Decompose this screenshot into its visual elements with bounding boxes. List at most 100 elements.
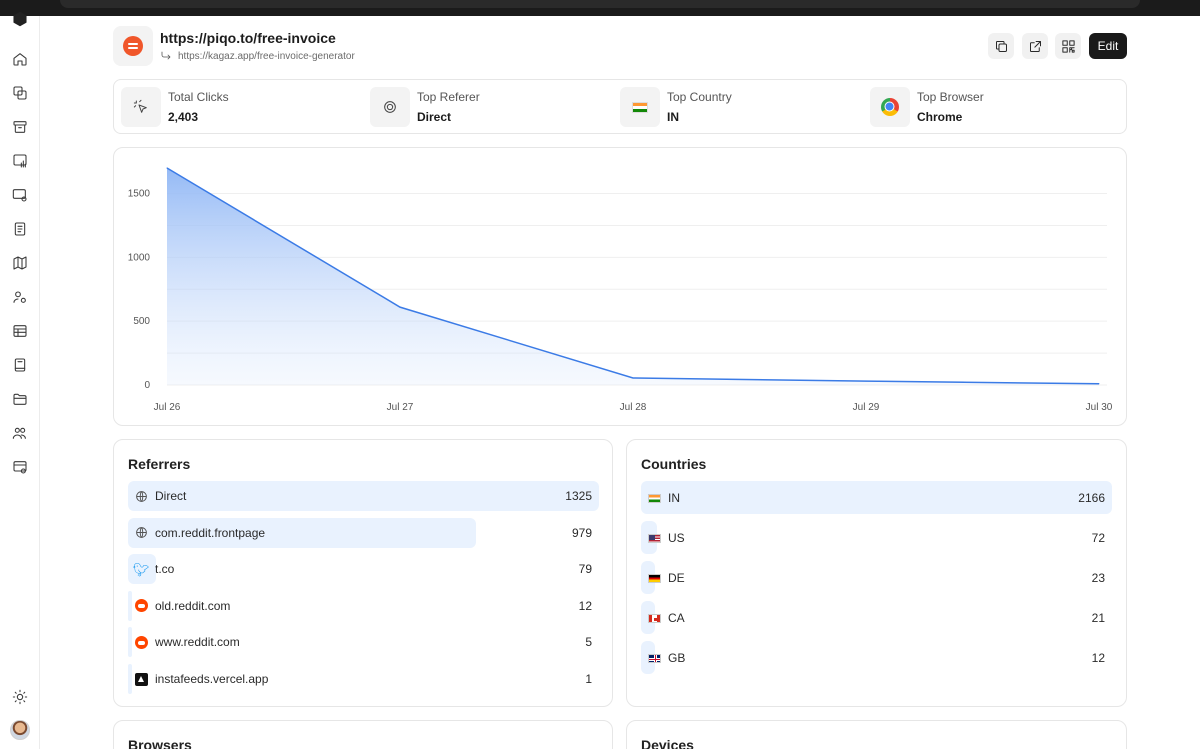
stat-value: Direct — [417, 110, 452, 124]
qr-code-icon — [1061, 39, 1075, 53]
open-link-button[interactable] — [1022, 33, 1048, 59]
sidebar — [0, 11, 40, 749]
flag-us-icon — [647, 531, 661, 545]
reddit-icon — [134, 635, 148, 649]
x-tick-label: Jul 29 — [853, 402, 880, 413]
country-count: 21 — [1091, 611, 1105, 625]
referrer-label: instafeeds.vercel.app — [155, 672, 269, 686]
globe-icon — [134, 489, 148, 503]
data-point[interactable] — [865, 380, 867, 382]
copy-icon — [995, 40, 1007, 52]
vercel-icon — [134, 672, 148, 686]
stat-total-clicks: Total Clicks 2,403 — [121, 87, 361, 127]
devices-title: Devices — [641, 737, 694, 749]
users-icon[interactable] — [11, 424, 29, 442]
home-icon[interactable] — [11, 50, 29, 68]
stat-top-country: Top Country IN — [620, 87, 860, 127]
country-count: 23 — [1091, 571, 1105, 585]
data-point[interactable] — [166, 167, 168, 169]
notes-icon[interactable] — [11, 220, 29, 238]
data-point[interactable] — [632, 377, 634, 379]
country-bar — [641, 481, 1112, 514]
x-tick-label: Jul 26 — [154, 402, 181, 413]
country-label: US — [668, 531, 685, 545]
country-label: DE — [668, 571, 685, 585]
media-settings-icon[interactable] — [11, 186, 29, 204]
copy-button[interactable] — [988, 33, 1014, 59]
country-row[interactable]: DE 23 — [641, 561, 1112, 594]
map-icon[interactable] — [11, 254, 29, 272]
short-url[interactable]: https://piqo.to/free-invoice — [160, 30, 336, 46]
redirect-arrow-icon — [161, 51, 171, 60]
country-row[interactable]: IN 2166 — [641, 481, 1112, 514]
area-fill — [167, 168, 1099, 385]
theme-toggle-icon[interactable] — [11, 688, 29, 706]
chrome-icon — [870, 87, 910, 127]
countries-title: Countries — [641, 456, 707, 472]
flag-ca-icon — [647, 611, 661, 625]
country-row[interactable]: GB 12 — [641, 641, 1112, 674]
country-count: 2166 — [1078, 491, 1105, 505]
referrer-label: t.co — [155, 562, 175, 577]
country-label: CA — [668, 611, 685, 625]
referrer-row[interactable]: www.reddit.com 5 — [128, 627, 599, 658]
country-label: IN — [668, 491, 680, 505]
referrer-bar — [128, 481, 599, 511]
country-label: GB — [668, 651, 686, 665]
book-icon[interactable] — [11, 356, 29, 374]
box-logo-icon[interactable] — [11, 10, 29, 28]
devices-card: Devices — [626, 720, 1127, 749]
referrer-row[interactable]: com.reddit.frontpage 979 — [128, 517, 599, 548]
country-row[interactable]: US 72 — [641, 521, 1112, 554]
link-header: https://piqo.to/free-invoice https://kag… — [113, 26, 1127, 68]
country-row[interactable]: CA 21 — [641, 601, 1112, 634]
analytics-icon[interactable] — [11, 152, 29, 170]
domain-settings-icon[interactable] — [11, 458, 29, 476]
external-link-icon — [1029, 40, 1041, 52]
referrer-row[interactable]: instafeeds.vercel.app 1 — [128, 664, 599, 694]
target-icon — [370, 87, 410, 127]
x-tick-label: Jul 27 — [387, 402, 414, 413]
referrer-row[interactable]: old.reddit.com 12 — [128, 590, 599, 621]
referrer-row[interactable]: Direct 1325 — [128, 481, 599, 511]
destination-url[interactable]: https://kagaz.app/free-invoice-generator — [178, 51, 355, 62]
team-settings-icon[interactable] — [11, 288, 29, 306]
links-icon[interactable] — [11, 84, 29, 102]
archive-icon[interactable] — [11, 118, 29, 136]
folder-icon[interactable] — [11, 390, 29, 408]
referrers-title: Referrers — [128, 456, 191, 472]
twitter-icon: 🐦︎ — [132, 561, 150, 577]
stat-value: 2,403 — [168, 110, 199, 124]
referrer-row[interactable]: 🐦︎ t.co 79 — [128, 554, 599, 585]
data-point[interactable] — [399, 306, 401, 308]
stat-top-browser: Top Browser Chrome — [870, 87, 1110, 127]
data-point[interactable] — [1098, 383, 1100, 385]
stat-top-referer: Top Referer Direct — [370, 87, 610, 127]
flag-de-icon — [647, 571, 661, 585]
edit-button[interactable]: Edit — [1089, 33, 1127, 59]
referrer-count: 5 — [585, 635, 592, 650]
avatar[interactable] — [10, 720, 30, 740]
referrer-count: 1 — [585, 672, 592, 686]
referrer-bar — [128, 664, 132, 694]
table-icon[interactable] — [11, 322, 29, 340]
stat-value: IN — [667, 110, 679, 124]
qr-code-button[interactable] — [1055, 33, 1081, 59]
browser-top-bar — [0, 0, 1200, 16]
referrer-count: 79 — [578, 562, 592, 577]
y-tick-label: 1500 — [128, 189, 151, 200]
clicks-area-chart: 0 500 1000 1500 Jul 26 Jul 27 Jul 28 Jul 29 Jul … — [128, 167, 1113, 413]
flag-in-icon — [647, 491, 661, 505]
click-icon — [121, 87, 161, 127]
browser-tab-strip — [60, 0, 1140, 8]
referrer-label: old.reddit.com — [155, 598, 231, 613]
referrer-bar — [128, 627, 132, 658]
referrer-count: 12 — [578, 598, 592, 613]
country-count: 72 — [1091, 531, 1105, 545]
stat-label: Top Browser — [917, 90, 984, 104]
referrers-card: Referrers Direct 1325 com.reddit.frontpage… — [113, 439, 613, 707]
country-count: 12 — [1091, 651, 1105, 665]
x-tick-label: Jul 28 — [620, 402, 647, 413]
kagaz-logo-icon — [123, 36, 143, 56]
stat-label: Top Country — [667, 90, 732, 104]
